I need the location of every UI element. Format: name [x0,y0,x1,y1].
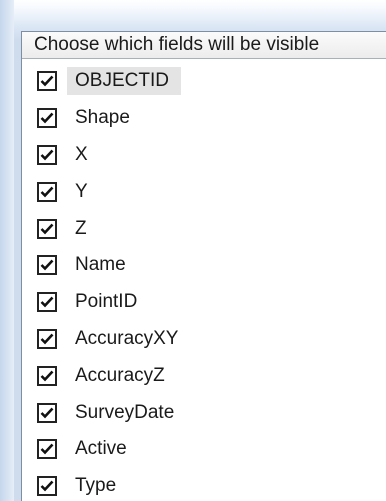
field-item-type[interactable]: Type [22,468,386,501]
checkbox-accuracyxy[interactable] [37,328,57,349]
checkbox-surveydate[interactable] [37,402,57,423]
field-item-name[interactable]: Name [22,247,386,284]
field-label-surveydate: SurveyDate [75,401,175,423]
field-list: OBJECTID Shape X Y Z Name PointID Accura… [22,63,386,501]
field-label-accuracyxy: AccuracyXY [75,327,179,349]
checkmark-icon [40,259,54,271]
checkbox-pointid[interactable] [37,292,57,313]
checkbox-objectid[interactable] [37,71,57,92]
panel-header: Choose which fields will be visible [22,32,386,59]
checkmark-icon [40,333,54,345]
field-label-accuracyz: AccuracyZ [75,364,165,386]
field-item-surveydate[interactable]: SurveyDate [22,394,386,431]
field-item-accuracyz[interactable]: AccuracyZ [22,357,386,394]
checkbox-x[interactable] [37,144,57,165]
field-label-y: Y [75,180,88,202]
checkmark-icon [40,223,54,234]
field-item-z[interactable]: Z [22,210,386,247]
field-label-z: Z [75,217,87,239]
field-label-type: Type [75,475,117,497]
checkmark-icon [40,76,54,87]
field-visibility-panel: Choose which fields will be visible OBJE… [21,31,386,501]
field-item-shape[interactable]: Shape [22,100,386,137]
field-label-active: Active [75,438,127,460]
checkmark-icon [40,296,54,308]
field-item-objectid[interactable]: OBJECTID [22,63,386,100]
field-label-shape: Shape [75,107,130,129]
checkbox-name[interactable] [37,255,57,276]
checkmark-icon [40,370,54,382]
field-item-pointid[interactable]: PointID [22,284,386,321]
checkbox-shape[interactable] [37,108,57,129]
checkbox-accuracyz[interactable] [37,365,57,386]
field-item-accuracyxy[interactable]: AccuracyXY [22,321,386,358]
checkmark-icon [40,186,54,198]
field-item-active[interactable]: Active [22,431,386,468]
checkmark-icon [40,112,54,124]
checkbox-active[interactable] [37,439,57,460]
checkmark-icon [40,480,54,492]
checkmark-icon [40,149,54,161]
field-item-x[interactable]: X [22,137,386,174]
window-frame: Choose which fields will be visible OBJE… [0,0,386,501]
checkmark-icon [40,443,54,455]
field-label-objectid: OBJECTID [67,67,181,96]
field-label-pointid: PointID [75,291,138,313]
field-item-y[interactable]: Y [22,173,386,210]
checkbox-y[interactable] [37,181,57,202]
checkmark-icon [40,407,54,418]
field-label-x: X [75,143,88,165]
checkbox-type[interactable] [37,476,57,497]
checkbox-z[interactable] [37,218,57,239]
field-label-name: Name [75,254,126,276]
